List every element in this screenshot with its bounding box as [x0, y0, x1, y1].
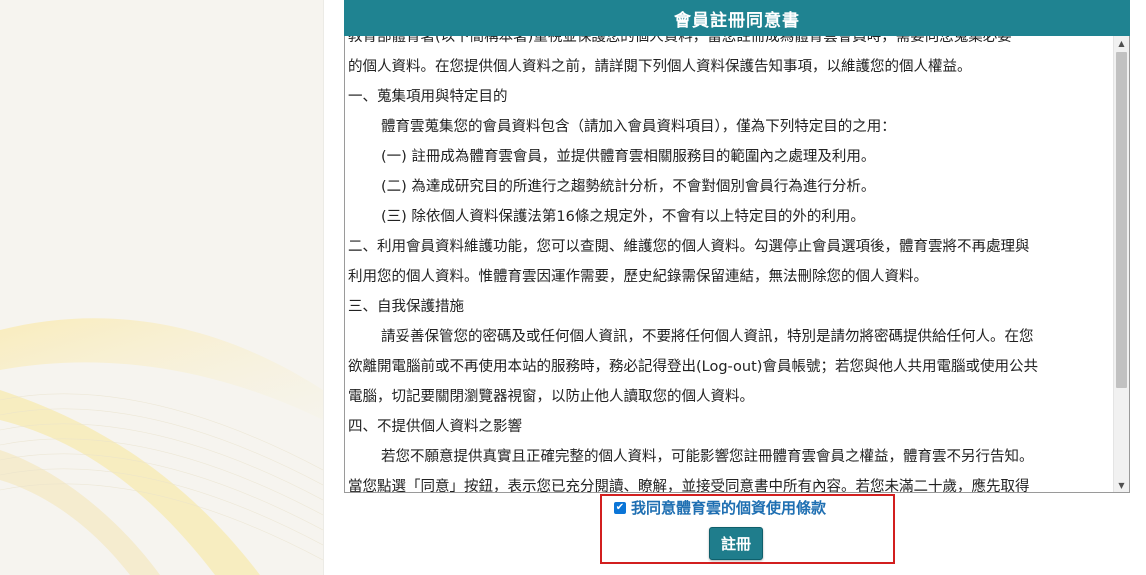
decorative-swoosh — [0, 318, 323, 575]
terms-line: (一) 註冊成為體育雲會員，並提供體育雲相關服務目的範圍內之處理及利用。 — [381, 149, 876, 165]
terms-line: 三、自我保護措施 — [348, 299, 464, 315]
vertical-scrollbar[interactable]: ▲ ▼ — [1113, 36, 1129, 492]
terms-line: 二、利用會員資料維護功能，您可以查閱、維護您的個人資料。勾選停止會員選項後，體育… — [348, 239, 1030, 255]
terms-line: 電腦，切記要關閉瀏覽器視窗，以防止他人讀取您的個人資料。 — [348, 389, 754, 405]
terms-line: (二) 為達成研究目的所進行之趨勢統計分析，不會對個別會員行為進行分析。 — [381, 179, 876, 195]
terms-line: 請妥善保管您的密碼及或任何個人資訊，不要將任何個人資訊，特別是請勿將密碼提供給任… — [381, 329, 1034, 345]
triangle-down-icon[interactable]: ▼ — [1114, 478, 1129, 492]
terms-line: (三) 除依個人資料保護法第16條之規定外，不會有以上特定目的外的利用。 — [381, 209, 865, 225]
terms-line: 四、不提供個人資料之影響 — [348, 419, 522, 435]
highlight-annotation — [600, 494, 895, 564]
scrollbar-thumb[interactable] — [1116, 52, 1127, 388]
terms-line: 若您不願意提供真實且正確完整的個人資料，可能影響您註冊體育雲會員之權益，體育雲不… — [381, 449, 1034, 465]
terms-line: 教育部體育署(以下簡稱本署)重視並保護您的個人資料，當您註冊成為體育雲會員時，需… — [348, 36, 1012, 45]
terms-line: 當您點選「同意」按鈕，表示您已充分閱讀、瞭解，並接受同意書中所有內容。若您未滿二… — [348, 479, 1030, 493]
terms-line: 體育雲蒐集您的會員資料包含（請加入會員資料項目），僅為下列特定目的之用： — [381, 119, 896, 135]
terms-line: 一、蒐集項用與特定目的 — [348, 89, 508, 105]
terms-text: 教育部體育署(以下簡稱本署)重視並保護您的個人資料，當您註冊成為體育雲會員時，需… — [345, 36, 1113, 493]
triangle-up-icon[interactable]: ▲ — [1114, 36, 1129, 50]
terms-scroll-area[interactable]: 教育部體育署(以下簡稱本署)重視並保護您的個人資料，當您註冊成為體育雲會員時，需… — [344, 36, 1130, 493]
dialog-header: 會員註冊同意書 — [344, 0, 1130, 36]
dialog-title: 會員註冊同意書 — [674, 10, 800, 31]
decorative-background — [0, 0, 324, 575]
terms-line: 的個人資料。在您提供個人資料之前，請詳閱下列個人資料保護告知事項，以維護您的個人… — [348, 59, 972, 75]
terms-line: 利用您的個人資料。惟體育雲因運作需要，歷史紀錄需保留連結，無法刪除您的個人資料。 — [348, 269, 928, 285]
terms-line: 欲離開電腦前或不再使用本站的服務時，務必記得登出(Log-out)會員帳號；若您… — [348, 359, 1038, 375]
